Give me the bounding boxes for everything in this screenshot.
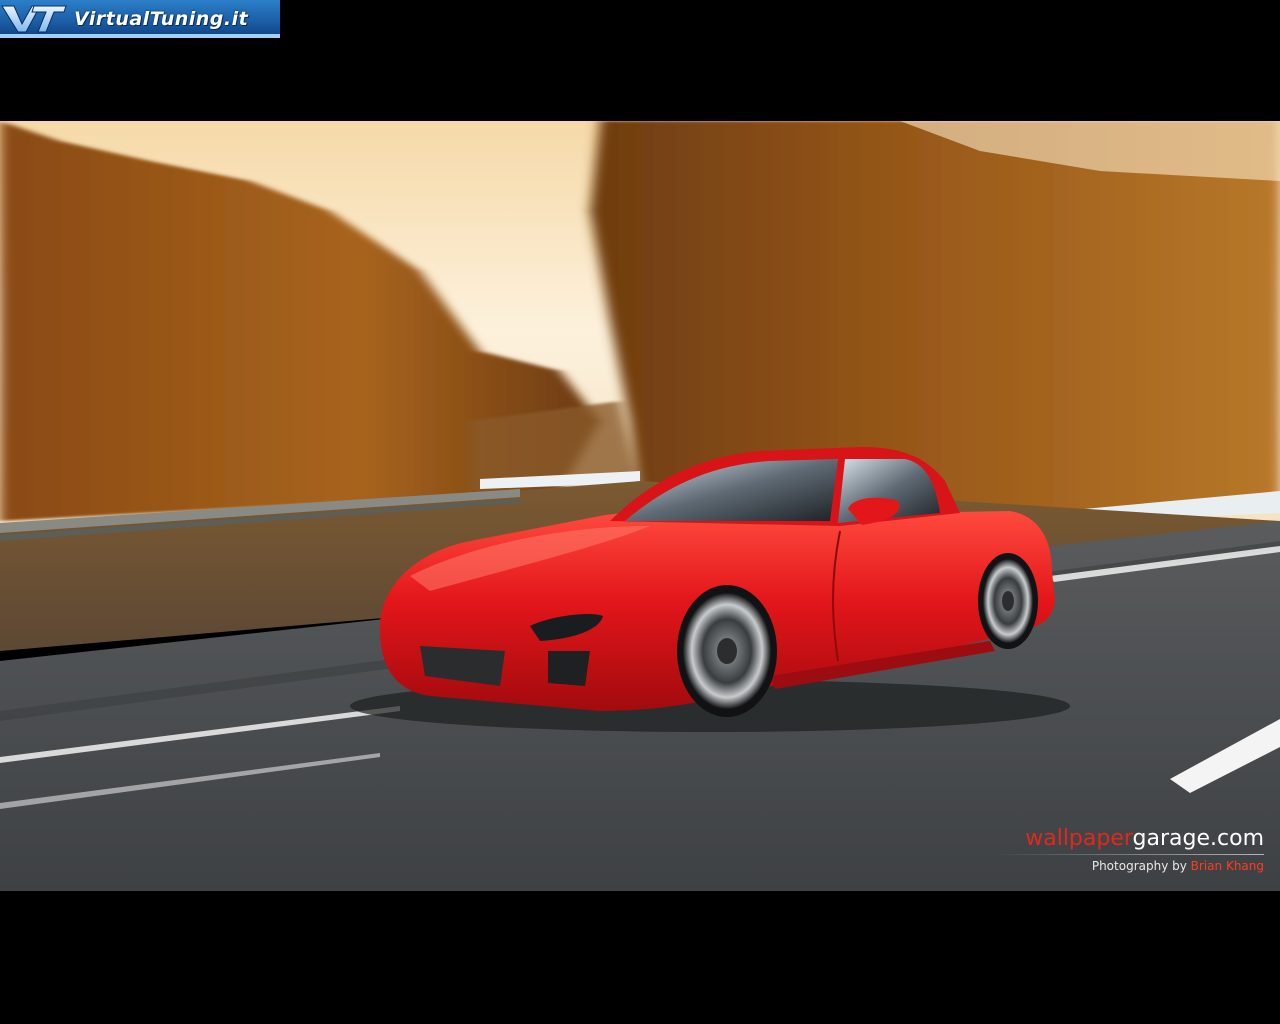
photo-credit: Photography by Brian Khang bbox=[994, 858, 1264, 874]
photo-illustration bbox=[0, 121, 1280, 891]
logo-underline bbox=[0, 34, 280, 38]
car-photo bbox=[0, 121, 1280, 891]
caption-divider bbox=[994, 854, 1264, 855]
rear-wheel bbox=[978, 553, 1038, 649]
front-wheel bbox=[677, 585, 777, 717]
site-name-red: wallpaper bbox=[1025, 826, 1133, 851]
site-watermark: wallpapergarage.com bbox=[994, 826, 1264, 852]
logo-text: VirtualTuning.it bbox=[74, 8, 249, 30]
credit-prefix: Photography by bbox=[1091, 859, 1187, 873]
wallpaper-page: VirtualTuning.it wallpapergarage.com Pho… bbox=[0, 0, 1280, 1024]
credit-name: Brian Khang bbox=[1190, 859, 1264, 873]
wallpaper-caption: wallpapergarage.com Photography by Brian… bbox=[994, 826, 1264, 874]
vt-monogram-icon bbox=[1, 5, 67, 33]
site-name-white: garage.com bbox=[1132, 826, 1264, 851]
virtualtuning-logo[interactable]: VirtualTuning.it bbox=[0, 0, 280, 38]
